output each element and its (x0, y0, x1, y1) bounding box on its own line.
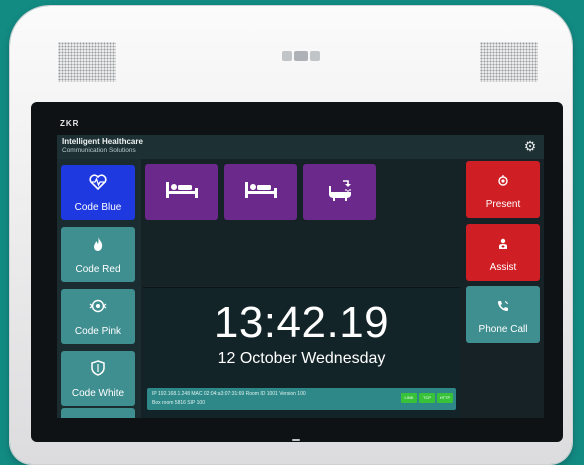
call-button-column: Present Assist Phone Call (462, 159, 544, 418)
present-icon (498, 175, 508, 190)
code-red-button[interactable]: Code Red (61, 227, 135, 282)
screen: Intelligent Healthcare Communication Sol… (57, 135, 544, 418)
status-badge: LINK (401, 393, 417, 403)
flame-icon (92, 236, 104, 256)
code-pink-button[interactable]: Code Pink (61, 289, 135, 344)
assist-label: Assist (489, 262, 517, 273)
status-badge: HTTP (437, 393, 453, 403)
shield-icon (91, 360, 105, 380)
header-bar: Intelligent Healthcare Communication Sol… (57, 135, 544, 159)
brand-logo: ZKR (60, 119, 80, 128)
phone-call-button[interactable]: Phone Call (466, 286, 540, 343)
code-pink-label: Code Pink (74, 326, 122, 337)
phone-call-label: Phone Call (478, 324, 528, 335)
main-panel: 13:42.19 12 October Wednesday IP 192.168… (143, 159, 460, 418)
present-label: Present (485, 199, 521, 210)
clock-time: 13:42.19 (213, 298, 390, 347)
header-title: Intelligent Healthcare (62, 137, 143, 146)
patient-bed-button-1[interactable] (145, 164, 218, 220)
status-badge: TCP (419, 393, 435, 403)
assist-icon (498, 238, 508, 253)
terminal-device: ZKR Intelligent Healthcare Communication… (10, 6, 572, 464)
left-speaker-grille (58, 42, 116, 82)
screen-bezel: ZKR Intelligent Healthcare Communication… (31, 102, 563, 442)
camera-sensor (281, 50, 321, 62)
bathroom-button[interactable] (303, 164, 376, 220)
next-code-button-partial[interactable] (61, 408, 135, 418)
bathtub-shower-icon (325, 178, 355, 207)
room-function-area (143, 159, 460, 286)
code-white-label: Code White (71, 388, 125, 399)
code-red-label: Code Red (75, 264, 121, 275)
patient-bed-button-2[interactable] (224, 164, 297, 220)
baby-icon (89, 298, 107, 318)
code-button-column: Code Blue Code Red Code Pink Code White (57, 159, 141, 418)
network-info: IP 192.168.1.248 MAC 02:04:a3:07:31:69 R… (152, 391, 306, 397)
clock-area: 13:42.19 12 October Wednesday IP 192.168… (143, 288, 460, 418)
right-speaker-grille (480, 42, 538, 82)
code-white-button[interactable]: Code White (61, 351, 135, 406)
device-info-bar: IP 192.168.1.248 MAC 02:04:a3:07:31:69 R… (147, 388, 456, 410)
code-blue-button[interactable]: Code Blue (61, 165, 135, 220)
home-indicator (292, 439, 300, 441)
patient-bed-icon (243, 179, 279, 206)
header-subtitle: Communication Solutions (62, 147, 136, 154)
phone-icon (497, 300, 509, 315)
present-button[interactable]: Present (466, 161, 540, 218)
room-info: Box room 5816 SIP 100 (152, 400, 205, 406)
heart-pulse-icon (89, 174, 107, 194)
gear-icon[interactable]: ⚙ (522, 138, 538, 154)
assist-button[interactable]: Assist (466, 224, 540, 281)
patient-bed-icon (164, 179, 200, 206)
code-blue-label: Code Blue (74, 202, 122, 213)
clock-date: 12 October Wednesday (217, 350, 386, 367)
